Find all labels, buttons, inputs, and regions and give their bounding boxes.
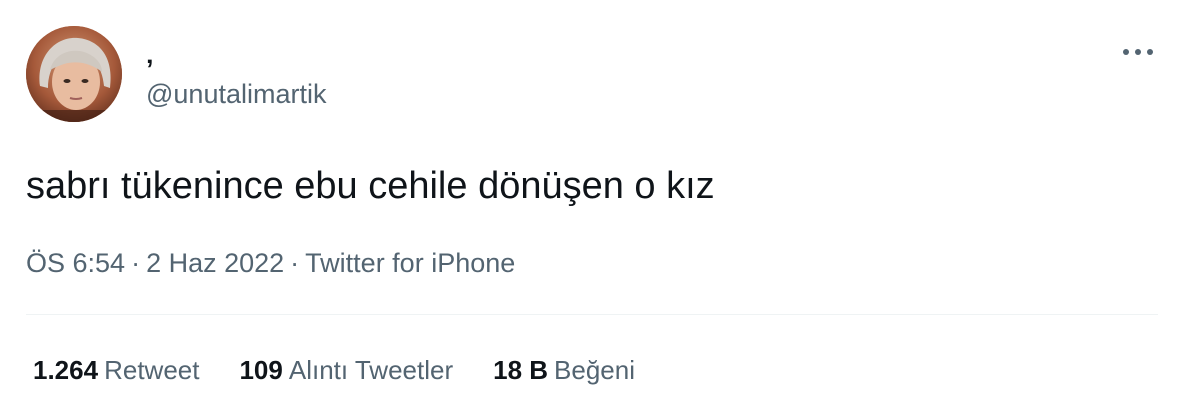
display-name[interactable]: ‚ [146,38,154,70]
more-options-button[interactable] [1118,36,1158,68]
tweet-source[interactable]: Twitter for iPhone [305,248,515,278]
more-horizontal-icon [1123,49,1153,55]
tweet-time[interactable]: ÖS 6:54 [26,248,125,278]
username-handle[interactable]: @unutalimartik [146,78,326,110]
likes-count: 18 B [493,355,549,385]
quote-tweets-count: 109 [239,355,283,385]
retweets-label: Retweet [104,355,200,385]
likes-stat[interactable]: 18 B Beğeni [493,352,635,388]
engagement-stats: 1.264 Retweet 109 Alıntı Tweetler 18 B Beğe… [33,352,675,388]
tweet-meta: ÖS 6:54 · 2 Haz 2022 · Twitter for iPhone [26,245,515,281]
tweet-card: ‚ @unutalimartik sabrı tükenince ebu ceh… [0,0,1190,416]
tweet-text: sabrı tükenince ebu cehile dönüşen o kız [26,165,715,207]
avatar[interactable] [26,26,122,122]
profile-photo-icon [26,26,122,122]
meta-separator: · [131,248,141,278]
quote-tweets-label: Alıntı Tweetler [288,355,454,385]
divider [26,314,1158,315]
retweets-count: 1.264 [33,355,99,385]
retweets-stat[interactable]: 1.264 Retweet [33,352,199,388]
tweet-date[interactable]: 2 Haz 2022 [146,248,284,278]
quote-tweets-stat[interactable]: 109 Alıntı Tweetler [239,352,453,388]
meta-separator: · [290,248,300,278]
likes-label: Beğeni [554,355,636,385]
